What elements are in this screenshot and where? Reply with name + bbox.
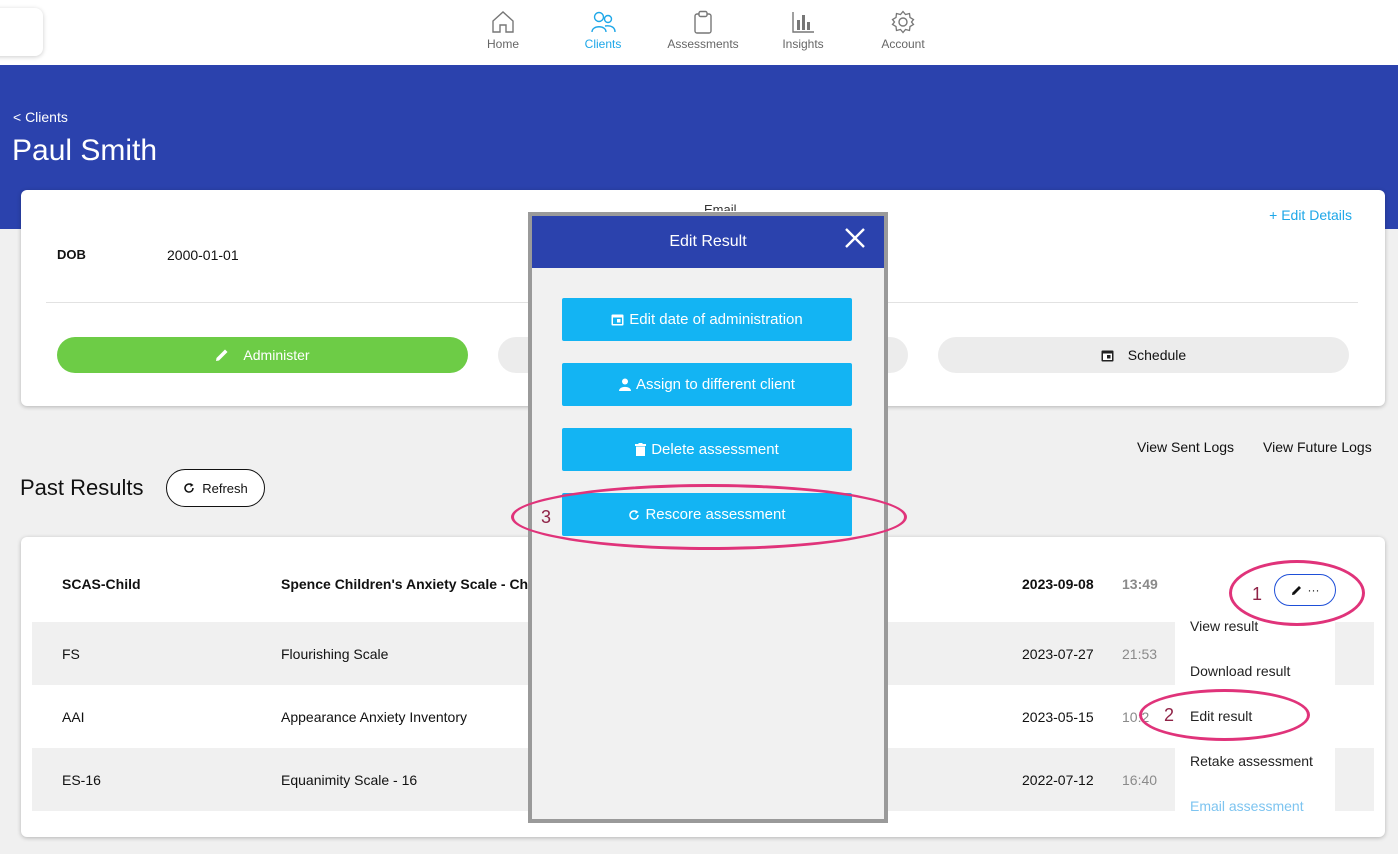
page-title: Paul Smith [12,134,158,167]
modal-title: Edit Result [669,233,747,250]
pencil-icon [1291,585,1301,595]
menu-item-download-result[interactable]: Download result [1190,663,1290,679]
result-date: 2023-07-27 [1022,645,1094,662]
home-icon [492,11,514,33]
administer-button[interactable]: Administer [57,337,468,373]
edit-date-button[interactable]: Edit date of administration [562,298,852,341]
result-name: Flourishing Scale [281,645,389,662]
refresh-icon [184,483,194,493]
menu-item-retake-assessment[interactable]: Retake assessment [1190,753,1313,769]
result-time: 10:2 [1122,708,1150,725]
assign-client-button[interactable]: Assign to different client [562,363,852,406]
top-navigation: Home Clients Assessments Insights Accoun… [0,0,1398,65]
edit-date-label: Edit date of administration [629,311,803,328]
nav-insights-label: Insights [782,37,824,51]
menu-item-view-result[interactable]: View result [1190,618,1258,634]
rescore-assessment-button[interactable]: Rescore assessment [562,493,852,536]
result-time: 13:49 [1122,575,1158,592]
menu-item-edit-result[interactable]: Edit result [1190,708,1252,724]
schedule-label: Schedule [1127,347,1187,363]
menu-item-email-assessment[interactable]: Email assessment [1190,798,1304,813]
result-code: SCAS-Child [62,575,141,592]
view-sent-logs-link[interactable]: View Sent Logs [1137,439,1234,455]
clipboard-icon [694,10,712,34]
email-label-obscured: Email [704,202,737,211]
administer-label: Administer [243,347,310,363]
result-name: Appearance Anxiety Inventory [281,708,468,725]
nav-account[interactable]: Account [853,10,953,51]
result-name: Equanimity Scale - 16 [281,771,418,788]
result-actions-menu: View result Download result Edit result … [1175,606,1335,813]
result-name: Spence Children's Anxiety Scale - Chi [281,575,532,592]
nav-assessments[interactable]: Assessments [653,10,753,51]
more-actions-button[interactable]: ··· [1274,574,1336,606]
more-dots: ··· [1307,583,1320,597]
result-time: 16:40 [1122,771,1158,788]
annotation-number-3: 3 [541,507,552,527]
delete-assessment-button[interactable]: Delete assessment [562,428,852,471]
edit-details-link[interactable]: + Edit Details [1269,207,1352,223]
nav-home[interactable]: Home [453,10,553,51]
nav-insights[interactable]: Insights [753,10,853,51]
schedule-button[interactable]: Schedule [938,337,1349,373]
calendar-icon [611,314,624,326]
nav-assessments-label: Assessments [667,37,739,51]
rescore-assessment-label: Rescore assessment [645,506,786,523]
nav-account-label: Account [881,37,925,51]
refresh-button[interactable]: Refresh [166,469,265,507]
dob-label: DOB [57,247,86,262]
result-code: ES-16 [62,771,101,788]
nav-clients-label: Clients [584,37,622,51]
result-code: FS [62,645,80,662]
result-date: 2022-07-12 [1022,771,1094,788]
view-future-logs-link[interactable]: View Future Logs [1263,439,1372,455]
person-icon [619,378,631,391]
trash-icon [635,443,647,456]
nav-home-label: Home [486,37,519,51]
gear-icon [891,10,915,34]
refresh-label: Refresh [202,480,248,496]
pencil-icon [216,349,228,361]
result-time: 21:53 [1122,645,1158,662]
result-date: 2023-09-08 [1022,575,1094,592]
annotation-number-1: 1 [1252,584,1263,604]
result-date: 2023-05-15 [1022,708,1094,725]
users-icon [591,11,616,33]
assign-client-label: Assign to different client [636,376,795,393]
close-icon[interactable] [842,225,868,251]
annotation-number-2: 2 [1164,705,1175,725]
result-code: AAI [62,708,85,725]
bar-chart-icon [792,12,814,33]
edit-result-modal: Edit Result Edit date of administration … [528,212,888,823]
calendar-icon [1101,350,1114,361]
past-results-title: Past Results [20,475,144,500]
sidebar-toggle-card[interactable] [0,8,43,56]
modal-header: Edit Result [532,216,884,268]
nav-clients[interactable]: Clients [553,10,653,51]
breadcrumb[interactable]: < Clients [13,109,68,125]
refresh-icon [629,509,640,520]
delete-assessment-label: Delete assessment [651,441,779,458]
dob-value: 2000-01-01 [167,247,239,263]
